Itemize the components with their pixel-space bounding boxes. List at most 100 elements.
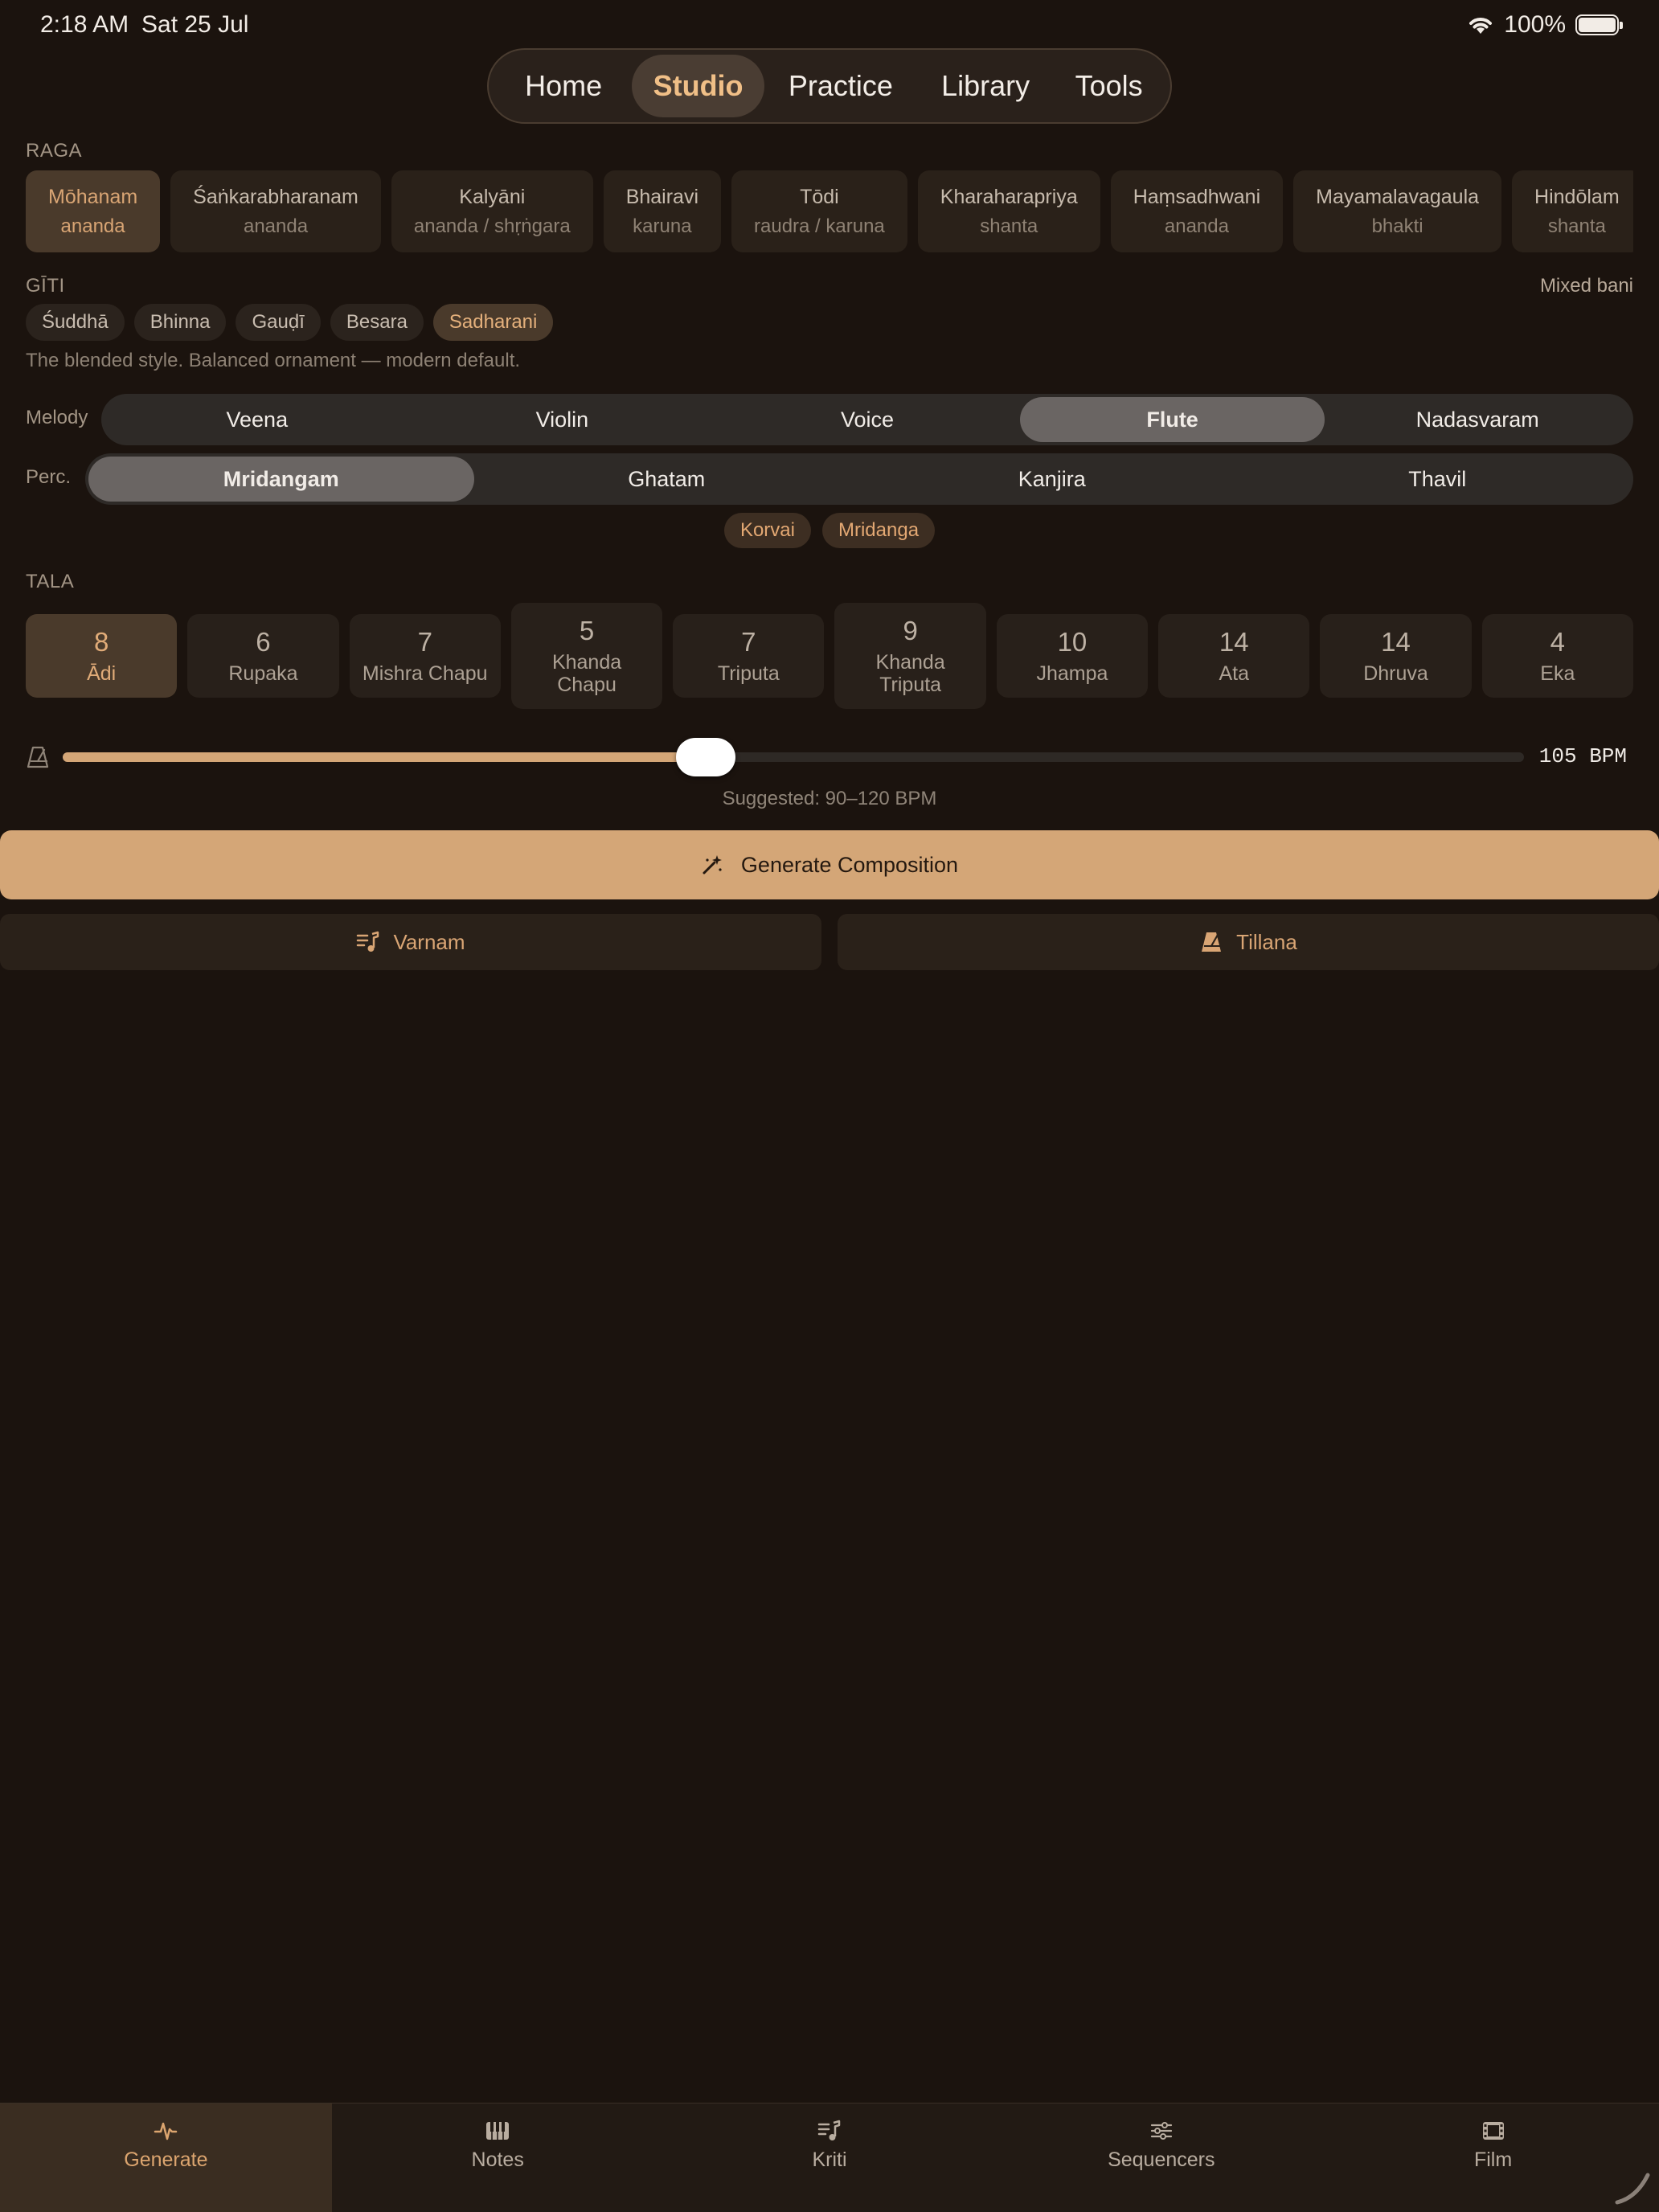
- giti-chip-besara[interactable]: Besara: [330, 304, 424, 341]
- giti-options: Śuddhā Bhinna Gauḍī Besara Sadharani: [26, 304, 554, 341]
- tala-card-rupaka[interactable]: 6 Rupaka: [187, 614, 339, 698]
- tillana-button[interactable]: Tillana: [838, 914, 1659, 970]
- raga-card-hindolam[interactable]: Hindōlam shanta: [1512, 170, 1633, 252]
- generate-composition-button[interactable]: Generate Composition: [0, 830, 1659, 899]
- tempo-slider-thumb[interactable]: [675, 738, 735, 776]
- tillana-label: Tillana: [1236, 929, 1297, 954]
- tala-card-eka[interactable]: 4 Eka: [1481, 614, 1633, 698]
- pattern-chip-mridanga[interactable]: Mridanga: [821, 513, 936, 548]
- music-list-icon: [357, 931, 379, 952]
- raga-mood: bhakti: [1371, 215, 1423, 237]
- bottom-tab-film[interactable]: Film: [1327, 2103, 1659, 2212]
- perc-option-mridangam[interactable]: Mridangam: [88, 457, 474, 502]
- raga-name: Kharaharapriya: [940, 185, 1078, 208]
- status-date: Sat 25 Jul: [141, 11, 249, 38]
- raga-card-sankarabharanam[interactable]: Śaṅkarabharanam ananda: [170, 170, 381, 252]
- window-resize-handle-icon[interactable]: [1612, 2165, 1653, 2206]
- sliders-icon: [1150, 2122, 1172, 2140]
- tala-card-triputa[interactable]: 7 Triputa: [673, 614, 825, 698]
- tala-beats: 6: [256, 627, 271, 657]
- tab-studio[interactable]: Studio: [632, 55, 764, 117]
- melody-option-flute[interactable]: Flute: [1019, 397, 1325, 442]
- giti-chip-bhinna[interactable]: Bhinna: [133, 304, 227, 341]
- tala-name: Dhruva: [1363, 662, 1428, 685]
- giti-chip-sadharani[interactable]: Sadharani: [432, 304, 554, 341]
- tala-beats: 14: [1219, 627, 1249, 657]
- melody-option-nadasvaram[interactable]: Nadasvaram: [1325, 397, 1630, 442]
- raga-card-bhairavi[interactable]: Bhairavi karuna: [603, 170, 722, 252]
- tala-card-ata[interactable]: 14 Ata: [1158, 614, 1310, 698]
- tala-beats: 10: [1057, 627, 1088, 657]
- raga-card-hamsadhwani[interactable]: Haṃsadhwani ananda: [1110, 170, 1284, 252]
- tala-name: Triputa: [717, 662, 780, 685]
- battery-percent: 100%: [1504, 11, 1566, 38]
- metronome-icon: [27, 746, 49, 768]
- perc-option-ghatam[interactable]: Ghatam: [474, 457, 860, 502]
- raga-mood: ananda: [243, 215, 309, 237]
- raga-card-todi[interactable]: Tōdi raudra / karuna: [731, 170, 907, 252]
- tala-card-dhruva[interactable]: 14 Dhruva: [1320, 614, 1472, 698]
- raga-card-mayamalavagaula[interactable]: Mayamalavagaula bhakti: [1293, 170, 1502, 252]
- tala-name: Khanda Chapu: [551, 651, 622, 696]
- bottom-tab-label: Film: [1473, 2149, 1513, 2171]
- tala-list: 8 Ādi 6 Rupaka 7 Mishra Chapu 5 Khanda Ch…: [26, 603, 1633, 709]
- piano-keys-icon: [486, 2122, 510, 2140]
- melody-option-violin[interactable]: Violin: [410, 397, 715, 442]
- raga-name: Kalyāni: [459, 185, 526, 208]
- raga-mood: raudra / karuna: [754, 215, 885, 237]
- varnam-button[interactable]: Varnam: [0, 914, 821, 970]
- raga-name: Śaṅkarabharanam: [193, 185, 358, 208]
- varnam-label: Varnam: [393, 929, 465, 954]
- tab-practice[interactable]: Practice: [764, 55, 917, 117]
- tala-beats: 9: [903, 616, 918, 645]
- bottom-tab-label: Sequencers: [1108, 2149, 1215, 2171]
- giti-description: The blended style. Balanced ornament — m…: [26, 350, 521, 371]
- wifi-icon: [1469, 18, 1493, 34]
- bottom-tab-notes[interactable]: Notes: [332, 2103, 664, 2212]
- music-list-icon: [817, 2120, 841, 2140]
- raga-card-kalyani[interactable]: Kalyāni ananda / shṛṅgara: [391, 170, 593, 252]
- percussion-selector: Mridangam Ghatam Kanjira Thavil: [85, 453, 1633, 505]
- raga-name: Haṃsadhwani: [1133, 185, 1261, 208]
- raga-mood: ananda: [60, 215, 125, 237]
- tempo-slider-track[interactable]: [63, 752, 1524, 762]
- bottom-tab-generate[interactable]: Generate: [0, 2103, 332, 2212]
- raga-mood: karuna: [633, 215, 692, 237]
- bottom-tab-sequencers[interactable]: Sequencers: [995, 2103, 1327, 2212]
- melody-option-voice[interactable]: Voice: [715, 397, 1020, 442]
- raga-card-kharaharapriya[interactable]: Kharaharapriya shanta: [917, 170, 1100, 252]
- tala-card-khanda-triputa[interactable]: 9 Khanda Triputa: [834, 603, 986, 709]
- raga-mood: ananda: [1164, 215, 1229, 237]
- bottom-tab-kriti[interactable]: Kriti: [664, 2103, 996, 2212]
- bottom-tab-bar: Generate Notes Kriti Sequencers Film: [0, 2103, 1659, 2212]
- raga-name: Mayamalavagaula: [1316, 185, 1480, 208]
- tala-card-adi[interactable]: 8 Ādi: [26, 614, 178, 698]
- perc-label: Perc.: [26, 466, 72, 488]
- waveform-icon: [154, 2122, 178, 2140]
- tala-card-mishra-chapu[interactable]: 7 Mishra Chapu: [349, 614, 501, 698]
- tala-card-khanda-chapu[interactable]: 5 Khanda Chapu: [510, 603, 663, 709]
- giti-chip-suddha[interactable]: Śuddhā: [26, 304, 125, 341]
- raga-card-mohanam[interactable]: Mōhanam ananda: [26, 170, 161, 252]
- magic-wand-icon: [703, 855, 722, 875]
- tab-library[interactable]: Library: [917, 55, 1054, 117]
- perc-option-thavil[interactable]: Thavil: [1245, 457, 1631, 502]
- tala-section-label: TALA: [26, 571, 75, 592]
- bottom-tab-label: Generate: [124, 2149, 208, 2171]
- raga-name: Bhairavi: [625, 185, 699, 208]
- bani-label[interactable]: Mixed bani: [1540, 275, 1633, 297]
- pattern-chip-korvai[interactable]: Korvai: [723, 513, 811, 548]
- film-icon: [1482, 2122, 1504, 2140]
- status-right: 100%: [1467, 11, 1623, 39]
- suggested-tempo: Suggested: 90–120 BPM: [722, 788, 937, 809]
- tala-card-jhampa[interactable]: 10 Jhampa: [996, 614, 1149, 698]
- tab-tools[interactable]: Tools: [1054, 55, 1164, 117]
- tala-beats: 14: [1381, 627, 1411, 657]
- generate-label: Generate Composition: [740, 852, 959, 877]
- melody-option-veena[interactable]: Veena: [104, 397, 410, 442]
- perc-option-kanjira[interactable]: Kanjira: [859, 457, 1245, 502]
- top-nav: Home Studio Practice Library Tools: [487, 48, 1172, 124]
- tala-name: Mishra Chapu: [362, 662, 488, 685]
- giti-chip-gaudi[interactable]: Gauḍī: [236, 304, 321, 341]
- tab-home[interactable]: Home: [495, 55, 632, 117]
